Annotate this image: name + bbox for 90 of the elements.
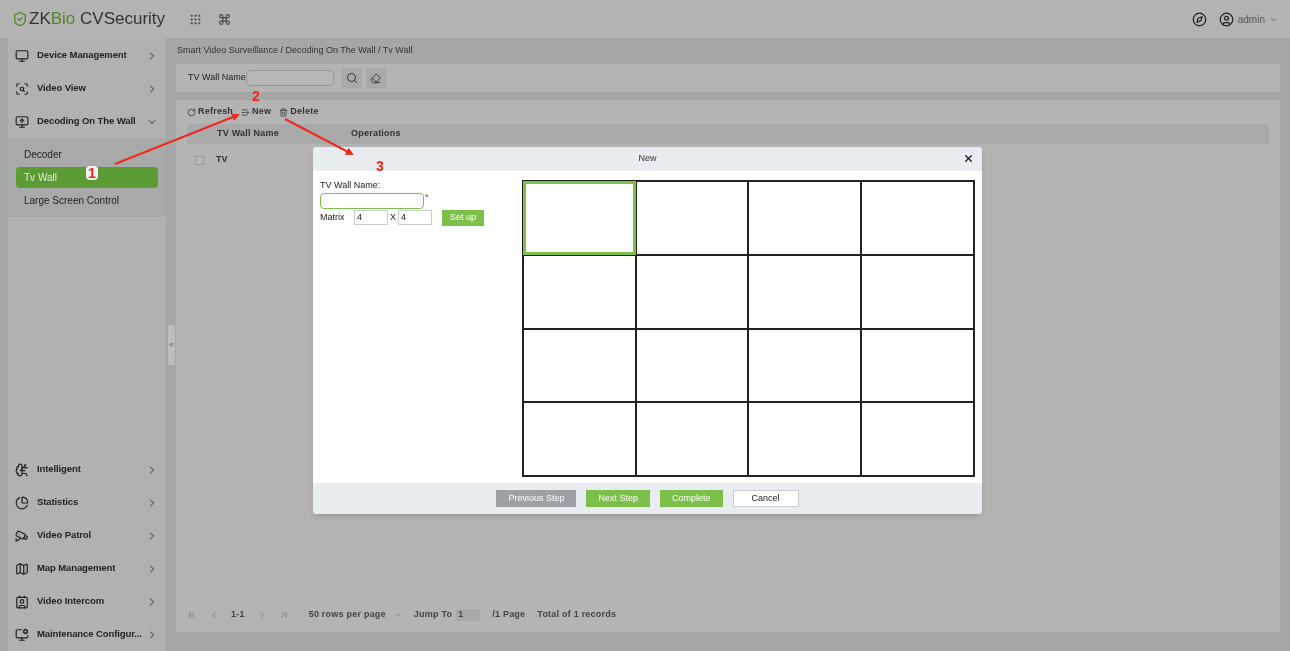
screen-cell[interactable] <box>635 328 749 403</box>
clear-button[interactable] <box>365 68 386 88</box>
monitor-gear-icon <box>15 627 29 642</box>
screen-cell[interactable] <box>635 402 749 476</box>
caret-icon <box>393 611 402 619</box>
sidebar-item-label: Statistics <box>37 495 80 510</box>
delete-button[interactable]: Delete <box>279 105 319 119</box>
matrix-label: Matrix <box>320 210 346 224</box>
collapse-icon <box>167 341 175 348</box>
head-icon <box>15 462 29 477</box>
screen-cell[interactable] <box>635 181 749 255</box>
sidebar-item-label: Map Management <box>37 561 117 576</box>
page-size-select[interactable]: 50 rows per page <box>308 608 402 622</box>
annotation-number: 2 <box>252 89 260 103</box>
logo-text: ZKBio CVSecurity <box>29 8 166 31</box>
table-cell: TV <box>216 153 228 167</box>
matrix-separator: X <box>390 210 396 224</box>
name-label: TV Wall Name: <box>320 179 382 192</box>
camera-icon <box>15 528 29 543</box>
dialog-title: New <box>638 152 657 166</box>
page-range: 1-1 <box>231 608 245 622</box>
pie-chart-icon <box>15 495 29 510</box>
sidebar-item[interactable]: Video Patrol <box>8 519 166 552</box>
sidebar-item[interactable]: Video View <box>8 72 166 105</box>
screen-cell[interactable] <box>748 181 862 255</box>
screen-cell[interactable] <box>861 254 974 329</box>
sidebar-item[interactable]: Decoding On The Wall <box>8 105 166 138</box>
screen-cell[interactable] <box>748 328 862 403</box>
screen-cell[interactable] <box>522 402 636 476</box>
search-button[interactable] <box>341 68 362 88</box>
shield-logo-icon <box>12 11 28 27</box>
eraser-icon <box>370 72 382 84</box>
screen-cell[interactable] <box>861 181 974 255</box>
trash-icon <box>279 107 289 117</box>
sidebar-item-label: Video Intercom <box>37 594 106 609</box>
jump-field[interactable]: 1 <box>456 609 481 621</box>
monitor-upload-icon <box>15 114 29 129</box>
screen-cell[interactable] <box>635 254 749 329</box>
new-button[interactable]: New <box>241 105 272 119</box>
sidebar-item-label: Video Patrol <box>37 528 93 543</box>
screen-cell[interactable] <box>861 328 974 403</box>
sidebar-item[interactable]: Video Intercom <box>8 585 166 618</box>
user-icon <box>1218 11 1234 27</box>
contact-card-icon <box>15 594 29 609</box>
sidebar-item-label: Intelligent <box>37 462 82 477</box>
screen-cell[interactable] <box>861 402 974 476</box>
sidebar-item[interactable]: Map Management <box>8 552 166 585</box>
close-button[interactable] <box>963 153 974 164</box>
column-header: Operations <box>351 127 401 141</box>
columns-field[interactable]: 4 <box>398 210 432 225</box>
sidebar-item[interactable]: Intelligent <box>8 453 166 486</box>
sidebar-item-label: Video View <box>37 81 87 96</box>
breadcrumb: Smart Video Surveillance / Decoding On The Wall / Tv Wall <box>176 44 414 58</box>
sidebar-item-label: Device Management <box>37 48 128 63</box>
sidebar-item[interactable]: Maintenance Configur... <box>8 618 166 651</box>
screen-cell[interactable] <box>522 328 636 403</box>
sidebar-item[interactable]: Statistics <box>8 486 166 519</box>
monitor-icon <box>15 48 29 63</box>
column-header: TV Wall Name <box>217 127 280 141</box>
annotation-number: 1 <box>86 166 98 180</box>
annotation-number: 3 <box>376 159 384 173</box>
refresh-icon <box>187 107 196 117</box>
collapse-handle[interactable] <box>167 324 175 365</box>
total-records: Total of 1 records <box>537 608 617 622</box>
name-field[interactable] <box>320 192 424 209</box>
required-mark: * <box>425 192 429 202</box>
screen-search-icon <box>15 81 29 96</box>
search-field[interactable] <box>245 70 334 86</box>
page-count: /1 Page <box>492 608 526 622</box>
map-icon <box>15 561 29 576</box>
jump-label: Jump To <box>413 608 453 622</box>
cancel-button[interactable]: Cancel <box>732 490 799 507</box>
sidebar-subitem[interactable]: Decoder <box>16 144 158 165</box>
screen-cell[interactable] <box>748 402 862 476</box>
sidebar-item-label: Decoding On The Wall <box>37 114 137 129</box>
search-icon <box>345 72 358 84</box>
command-icon[interactable] <box>218 12 232 26</box>
list-plus-icon <box>241 107 251 117</box>
compass-icon[interactable] <box>1191 11 1207 27</box>
user-menu[interactable]: admin <box>1218 11 1278 27</box>
app-grid-icon[interactable] <box>189 12 203 26</box>
screen-cell[interactable] <box>748 254 862 329</box>
search-label: TV Wall Name <box>188 71 246 85</box>
refresh-button[interactable]: Refresh <box>187 105 234 119</box>
rows-field[interactable]: 4 <box>354 210 388 225</box>
row-checkbox[interactable] <box>195 155 204 165</box>
sidebar-item[interactable]: Device Management <box>8 39 166 72</box>
screen-cell[interactable] <box>522 254 636 329</box>
sidebar-subitem[interactable]: Large Screen Control <box>16 190 158 211</box>
screen-cell[interactable] <box>522 181 636 255</box>
